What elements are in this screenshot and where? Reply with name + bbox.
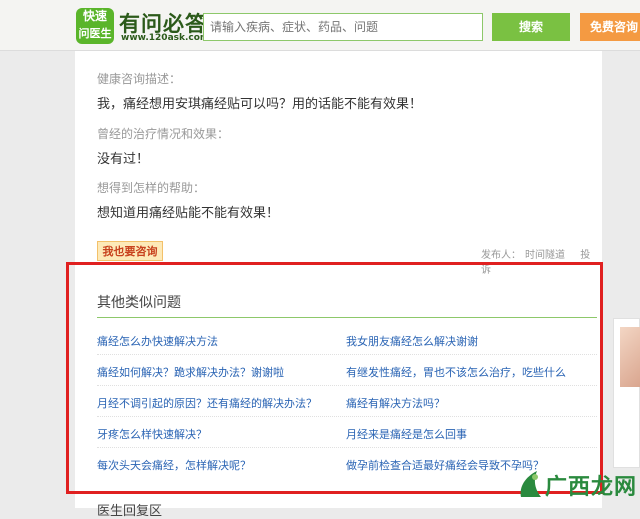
logo-line2: 问医生 — [78, 27, 112, 40]
side-related-card[interactable] — [613, 318, 640, 468]
logo-line1: 快速 — [82, 9, 107, 23]
help-text: 想知道用痛经贴能不能有效果！ — [97, 206, 280, 221]
brand-url: www.120ask.com — [121, 33, 210, 43]
desc-label: 健康咨询描述： — [97, 72, 182, 86]
side-thumbnail[interactable] — [620, 327, 640, 387]
publisher-name[interactable]: 时间隧道 — [525, 250, 565, 261]
publisher-label: 发布人： — [481, 250, 521, 261]
desc-text: 我，痛经想用安琪痛经贴可以吗？用的话能不能有效果！ — [97, 97, 423, 112]
watermark-text: 广西龙网 — [545, 475, 638, 500]
highlight-annotation-box — [66, 262, 603, 494]
ask-too-button[interactable]: 我也要咨询 — [97, 241, 163, 261]
search-button[interactable]: 搜索 — [492, 13, 570, 41]
treatment-label: 曾经的治疗情况和效果： — [97, 127, 230, 141]
logo-badge[interactable]: 快速 问医生 — [76, 8, 114, 44]
site-header: 快速 问医生 有问必答 www.120ask.com 搜索 免费咨询 — [0, 0, 640, 51]
watermark-logo-icon — [520, 471, 541, 497]
help-label: 想得到怎样的帮助： — [97, 181, 206, 195]
treatment-text: 没有过！ — [97, 152, 150, 167]
watermark: 广西龙网 — [515, 465, 639, 505]
doctor-reply-heading: 医生回复区 — [97, 504, 163, 519]
free-consult-button[interactable]: 免费咨询 — [580, 13, 640, 41]
search-input[interactable] — [203, 13, 483, 41]
